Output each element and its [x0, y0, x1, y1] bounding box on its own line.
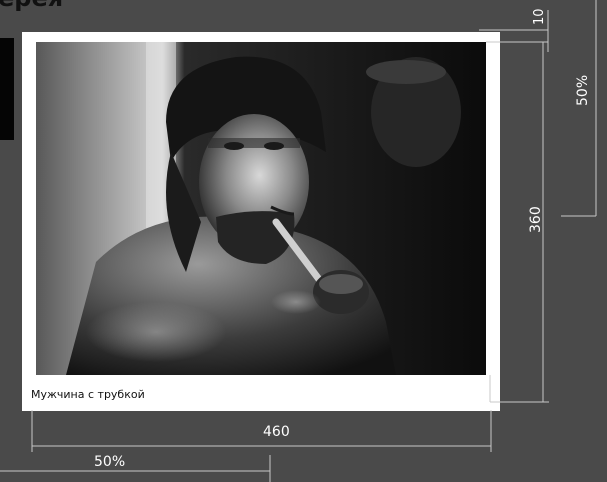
dimension-width-label: 460: [263, 424, 290, 440]
photo-image: [36, 42, 486, 375]
dimension-bottom-percent-label: 50%: [94, 454, 126, 470]
dimension-right-percent-label: 50%: [575, 74, 591, 106]
dimension-height-label: 360: [528, 206, 544, 233]
gallery-stage: ерея: [0, 0, 607, 482]
page-title: ерея: [0, 0, 63, 10]
gallery-photo[interactable]: [36, 42, 486, 375]
previous-thumbnail[interactable]: [0, 38, 14, 140]
photo-caption: Мужчина с трубкой: [31, 388, 145, 401]
dimension-top-offset-label: 10: [532, 8, 547, 25]
